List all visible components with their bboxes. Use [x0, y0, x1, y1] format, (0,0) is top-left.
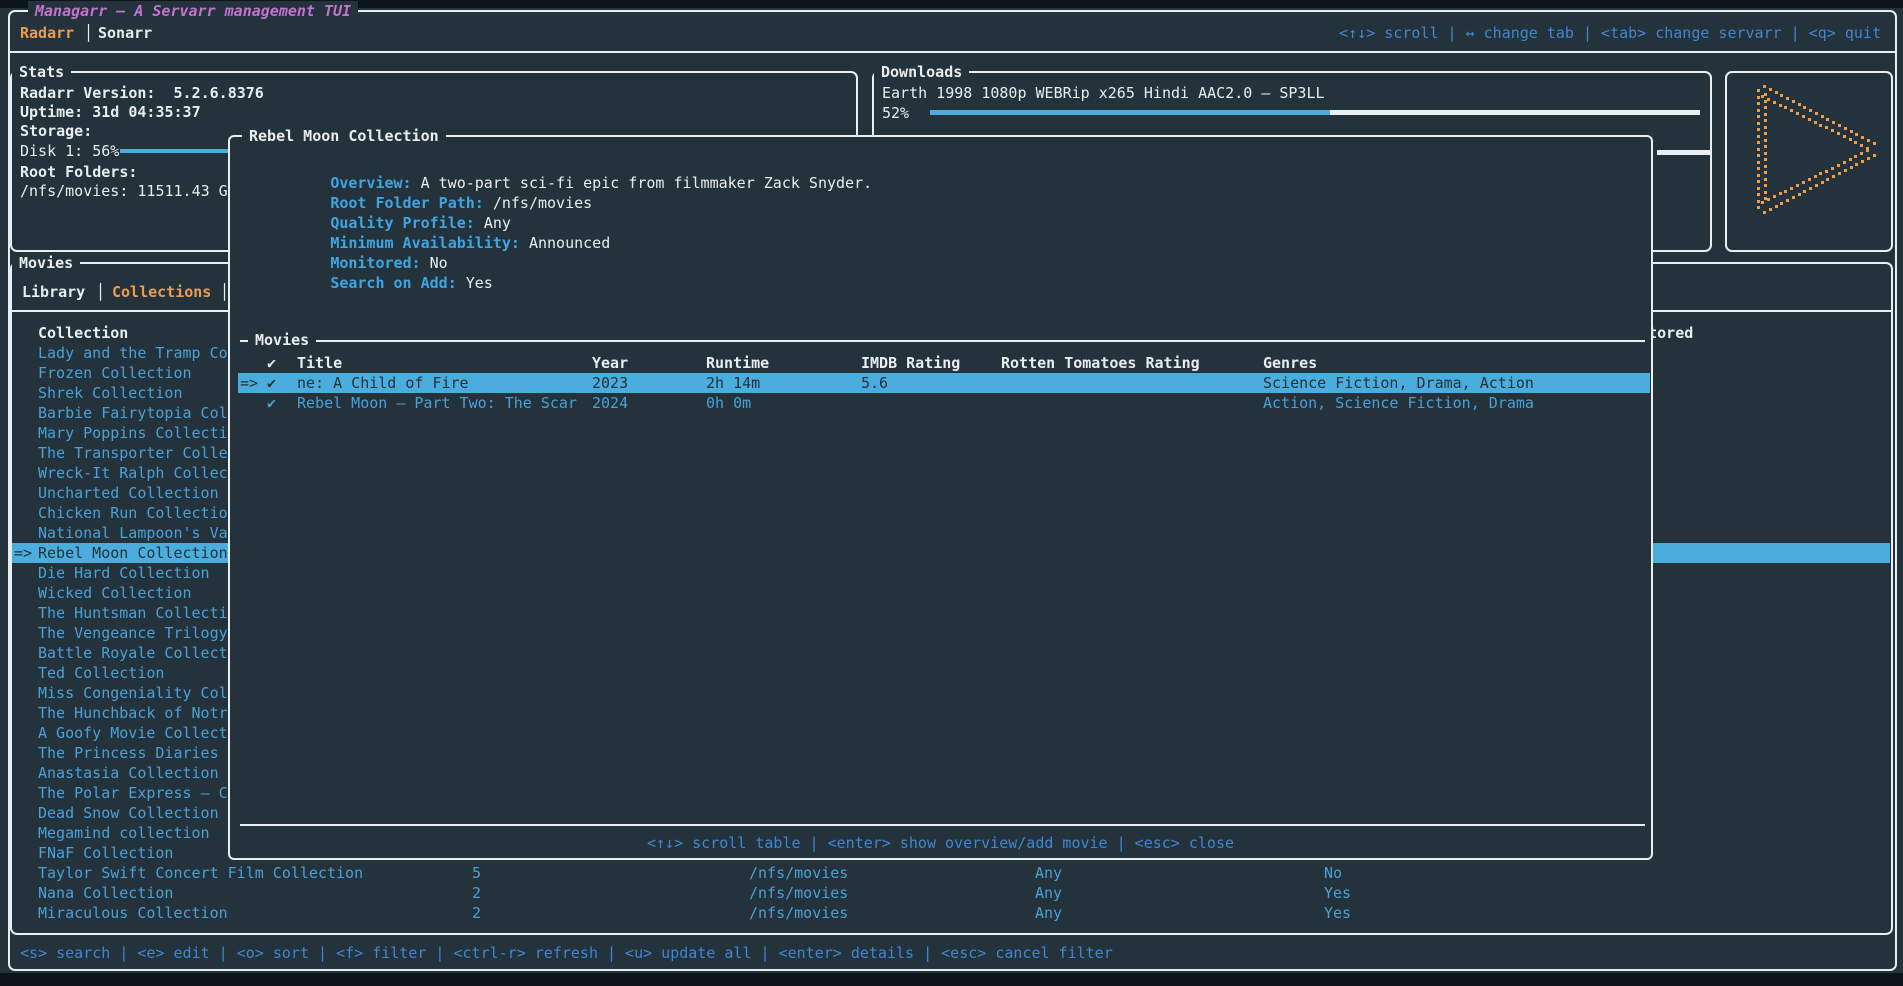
tab-sonarr[interactable]: Sonarr	[98, 23, 152, 43]
tab-separator: │	[84, 23, 93, 43]
collection-details-modal: Rebel Moon Collection Overview:A two-par…	[228, 135, 1653, 860]
modal-footer-divider	[240, 824, 1645, 826]
uptime: Uptime: 31d 04:35:37	[20, 102, 201, 122]
tab-separator: │	[96, 282, 105, 302]
tab-radarr[interactable]: Radarr	[20, 23, 74, 43]
root-folder-value: /nfs/movies: 11511.43 GB	[20, 181, 237, 201]
movies-panel-title: Movies	[12, 253, 80, 273]
managarr-screen: { "colors":{"accent_blue":"#4aa0d8","hig…	[0, 0, 1903, 986]
monitored-check-icon: ✔	[267, 393, 276, 413]
radarr-version: Radarr Version: 5.2.6.8376	[20, 83, 264, 103]
disk-usage-label: Disk 1: 56%	[20, 141, 119, 161]
stats-panel-title: Stats	[12, 62, 71, 82]
downloads-panel-title: Downloads	[874, 62, 969, 82]
root-folders-label: Root Folders:	[20, 162, 137, 182]
download-progress-bar	[930, 110, 1700, 115]
movie-title: Rebel Moon – Part Two: The Scar	[297, 393, 577, 413]
top-keybindings: <↑↓> scroll | ↔ change tab | <tab> chang…	[1339, 23, 1881, 43]
play-triangle-logo-icon	[1727, 73, 1891, 250]
tab-collections[interactable]: Collections	[112, 282, 211, 302]
logo-panel	[1725, 71, 1893, 252]
help-keybindings: <s> search | <e> edit | <o> sort | <f> f…	[20, 943, 1113, 963]
download-item-percent: 52%	[882, 103, 909, 123]
movie-genres: Action, Science Fiction, Drama	[1263, 393, 1534, 413]
tab-library[interactable]: Library	[22, 282, 85, 302]
movie-genres: Science Fiction, Drama, Action	[1263, 373, 1534, 393]
app-title: Managarr – A Servarr management TUI	[28, 1, 358, 21]
modal-movies-table: => ✔ ne: A Child of Fire 2023 2h 14m 5.6…	[230, 137, 1651, 437]
selection-marker: =>	[240, 373, 258, 393]
movie-title: ne: A Child of Fire	[297, 373, 469, 393]
header-divider	[8, 51, 1897, 53]
movie-row[interactable]: ✔ Rebel Moon – Part Two: The Scar 2024 0…	[238, 393, 1650, 413]
movie-year: 2024	[592, 393, 628, 413]
download2-progress-fragment	[1657, 150, 1710, 155]
movie-imdb-rating: 5.6	[861, 373, 888, 393]
movie-runtime: 2h 14m	[706, 373, 760, 393]
monitored-check-icon: ✔	[267, 373, 276, 393]
download-item-title: Earth 1998 1080p WEBRip x265 Hindi AAC2.…	[882, 83, 1325, 103]
column-header-collection: Collection	[38, 323, 128, 343]
terminal-stage: Managarr – A Servarr management TUI Rada…	[0, 8, 1903, 973]
movie-year: 2023	[592, 373, 628, 393]
download-progress-fill	[930, 110, 1330, 115]
modal-footer-keybindings: <↑↓> scroll table | <enter> show overvie…	[230, 833, 1651, 853]
storage-label: Storage:	[20, 121, 92, 141]
movie-row[interactable]: => ✔ ne: A Child of Fire 2023 2h 14m 5.6…	[238, 373, 1650, 393]
movie-runtime: 0h 0m	[706, 393, 751, 413]
